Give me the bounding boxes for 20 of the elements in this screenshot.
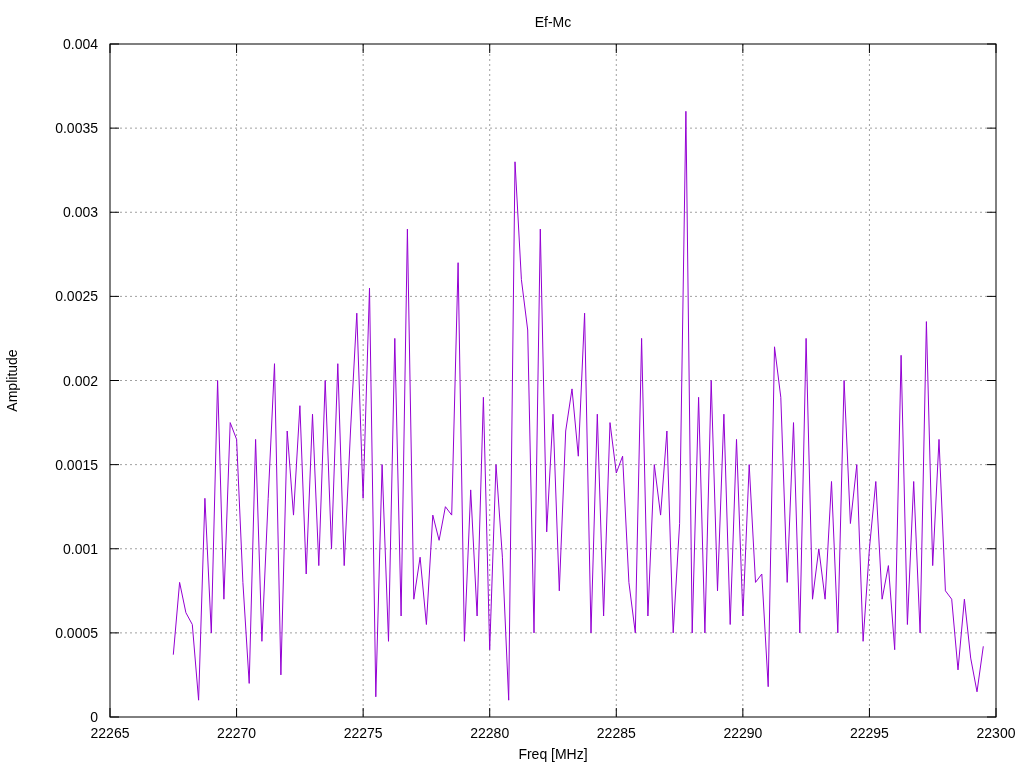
tick-label: 0.0005: [55, 624, 98, 641]
axis-label: Amplitude: [4, 349, 20, 412]
tick-label: 22275: [343, 725, 383, 741]
tick-label: 0.0035: [55, 120, 98, 137]
tick-label: 22300: [976, 725, 1016, 741]
tick-label: 0.0015: [55, 456, 98, 473]
tick-label: 22290: [723, 725, 763, 741]
tick-label: 22295: [849, 725, 889, 741]
tick-label: 0: [90, 709, 98, 725]
tick-label: 0.003: [62, 204, 98, 221]
tick-label: 22265: [90, 725, 130, 741]
tick-label: 22270: [217, 725, 257, 741]
tick-label: 0.002: [62, 372, 98, 389]
tick-label: 0.0025: [55, 288, 98, 305]
tick-label: 0.004: [62, 36, 98, 52]
chart-title: Ef-Mc: [534, 14, 572, 30]
axis-label: Freq [MHz]: [518, 746, 588, 762]
tick-label: 22280: [470, 725, 510, 741]
tick-label: 0.001: [62, 540, 98, 557]
tick-label: 22285: [596, 725, 636, 741]
